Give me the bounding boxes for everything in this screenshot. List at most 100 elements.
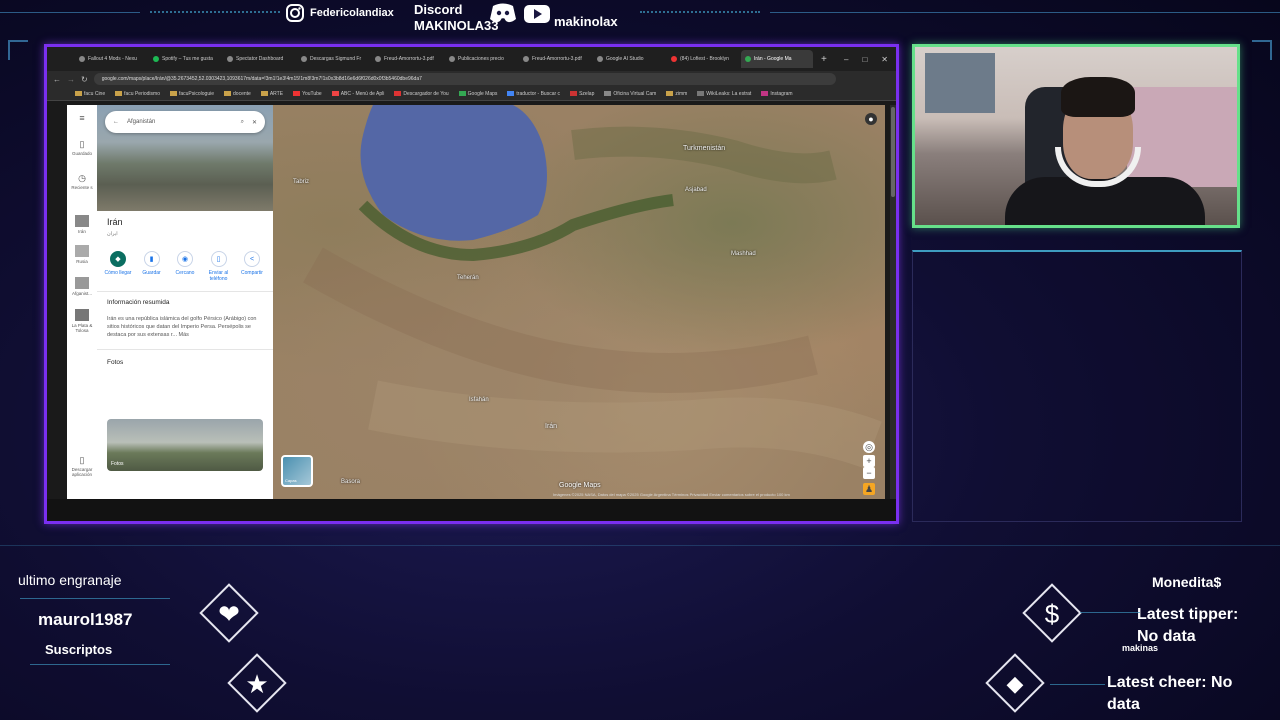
folder-icon (260, 91, 268, 96)
site-icon (394, 91, 402, 96)
browser-tab[interactable]: (84) Lofiest - Brooklyn (667, 50, 739, 68)
rail-item-la-plata[interactable]: La Plata & Tolosa (67, 309, 97, 333)
rail-label: Rusia (76, 259, 88, 264)
webcam-feed (912, 44, 1240, 228)
browser-tab[interactable]: Publicaciones precio (445, 50, 517, 68)
share-button[interactable]: < Compartir (237, 251, 267, 282)
favicon-icon (449, 56, 455, 62)
maximize-icon[interactable]: □ (862, 55, 867, 64)
browser-tab[interactable]: Google AI Studio (593, 50, 665, 68)
save-button[interactable]: ▮ Guardar (137, 251, 167, 282)
chat-panel-frame (912, 250, 1242, 522)
close-icon[interactable]: ✕ (881, 55, 888, 64)
tab-label: (84) Lofiest - Brooklyn (680, 56, 729, 62)
photos-thumbnail[interactable]: Fotos (107, 419, 263, 471)
instagram-icon (284, 2, 306, 24)
bookmark-item[interactable]: ABC - Menú de Apli (331, 91, 384, 97)
layers-label: Capas (285, 478, 297, 483)
bookmark-item[interactable]: Oficina Virtual Cam (604, 91, 656, 97)
streamer-hair (1061, 77, 1135, 117)
bookmark-item[interactable]: Descargador de You (394, 91, 449, 97)
search-icon[interactable]: ⌕ (241, 119, 244, 126)
scrollbar[interactable] (890, 105, 896, 499)
discord-icon (488, 2, 518, 29)
bookmark-item[interactable]: Google Maps (458, 91, 497, 97)
browser-tab[interactable]: Descargas Sigmund Fr (297, 50, 369, 68)
folder-icon (224, 91, 232, 96)
phone-icon: ▯ (79, 455, 85, 465)
my-location-icon[interactable]: ◎ (863, 441, 875, 453)
rail-item-rusia[interactable]: Rusia (67, 245, 97, 264)
youtube-favicon-icon (671, 56, 677, 62)
summary-text: Irán es una república islámica del golfo… (107, 316, 257, 338)
search-box[interactable]: ← Afganistán ⌕ ✕ (105, 111, 265, 133)
bookmark-item[interactable]: facu Periodismo (115, 91, 160, 97)
maps-icon (458, 91, 466, 96)
close-icon[interactable]: ✕ (252, 119, 257, 126)
scrollbar-thumb[interactable] (891, 107, 895, 197)
forward-icon[interactable]: → (67, 75, 75, 84)
rail-label: Guardado (71, 151, 92, 156)
divider-line (0, 545, 1280, 546)
account-avatar[interactable]: ● (865, 113, 877, 125)
zoom-out-button[interactable]: − (863, 467, 875, 479)
zoom-in-button[interactable]: + (863, 455, 875, 467)
browser-tab[interactable]: Spotify – Tus me gusta (149, 50, 221, 68)
bookmark-item[interactable]: ARTE (260, 91, 283, 97)
action-label: Compartir (241, 270, 263, 276)
rail-label: Irán (78, 229, 86, 234)
browser-tab[interactable]: Freud-Amorrortu-3.pdf (371, 50, 443, 68)
divider (97, 291, 273, 292)
bookmark-item[interactable]: zimm (666, 91, 687, 97)
browser-tab[interactable]: Freud-Amorrortu-3.pdf (519, 50, 591, 68)
background-window (925, 53, 995, 113)
reload-icon[interactable]: ↻ (81, 75, 88, 84)
browser-tab[interactable]: Spectator Dashboard (223, 50, 295, 68)
search-input[interactable]: Afganistán (127, 119, 233, 125)
bookmark-item[interactable]: WikiLeaks: La estrat (697, 91, 751, 97)
place-actions: ◆ Cómo llegar ▮ Guardar ◉ Cercano ▯ Enviar a… (103, 251, 267, 282)
window-controls: – □ ✕ (844, 55, 888, 64)
menu-button[interactable]: ≡ (67, 113, 97, 125)
bookmark-item[interactable]: Instagram (761, 90, 793, 97)
site-icon (604, 91, 612, 96)
bookmark-label: Szelap (579, 90, 595, 97)
map-terrain (303, 105, 882, 469)
place-title: Irán (107, 217, 123, 227)
nearby-button[interactable]: ◉ Cercano (170, 251, 200, 282)
directions-button[interactable]: ◆ Cómo llegar (103, 251, 133, 282)
bookmark-label: Oficina Virtual Cam (613, 90, 657, 97)
satellite-map[interactable]: Turkmenistán Tabriz Asjabad Mashhad Tehe… (273, 105, 885, 499)
rail-item-afganistan[interactable]: Afganist... (67, 277, 97, 296)
photos-caption: Fotos (111, 461, 124, 467)
place-thumb-icon (75, 277, 89, 289)
layers-button[interactable]: Capas (281, 455, 313, 487)
action-label: Cercano (175, 270, 195, 276)
download-app-button[interactable]: ▯ Descargar aplicación (67, 455, 97, 477)
bookmark-item[interactable]: YouTube (293, 91, 322, 97)
send-to-phone-button[interactable]: ▯ Enviar al teléfono (204, 251, 234, 282)
rail-item-recientes[interactable]: ◷ Reciente s (67, 173, 97, 190)
accent-line (20, 598, 170, 599)
back-icon[interactable]: ← (53, 75, 61, 84)
browser-tab-active[interactable]: Irán - Google Ma (741, 50, 813, 68)
pegman-icon[interactable]: ♟ (863, 483, 875, 495)
rail-item-guardado[interactable]: ▯ Guardado (67, 139, 97, 156)
bookmark-item[interactable]: facu Cine (75, 91, 105, 97)
address-bar[interactable]: google.com/maps/place/Irán/@35.2673452,5… (93, 73, 836, 85)
bookmark-item[interactable]: facuPsicologuie (169, 91, 214, 97)
back-arrow-icon[interactable]: ← (113, 119, 119, 125)
browser-tab[interactable]: Fallout 4 Mods - Nexu (75, 50, 147, 68)
rail-item-iran[interactable]: Irán (67, 215, 97, 234)
bookmark-item[interactable]: Szelap (570, 91, 594, 97)
bookmark-item[interactable]: docente (224, 91, 251, 97)
new-tab-icon[interactable]: + (821, 54, 827, 65)
bookmark-item[interactable]: traductor - Buscar c (507, 91, 560, 97)
bookmark-label: YouTube (302, 90, 322, 97)
favicon-icon (79, 56, 85, 62)
favicon-icon (523, 56, 529, 62)
accent-line (1050, 684, 1105, 685)
bookmark-label: Instagram (770, 90, 793, 97)
minimize-icon[interactable]: – (844, 55, 848, 64)
bookmark-icon: ▯ (79, 139, 85, 149)
